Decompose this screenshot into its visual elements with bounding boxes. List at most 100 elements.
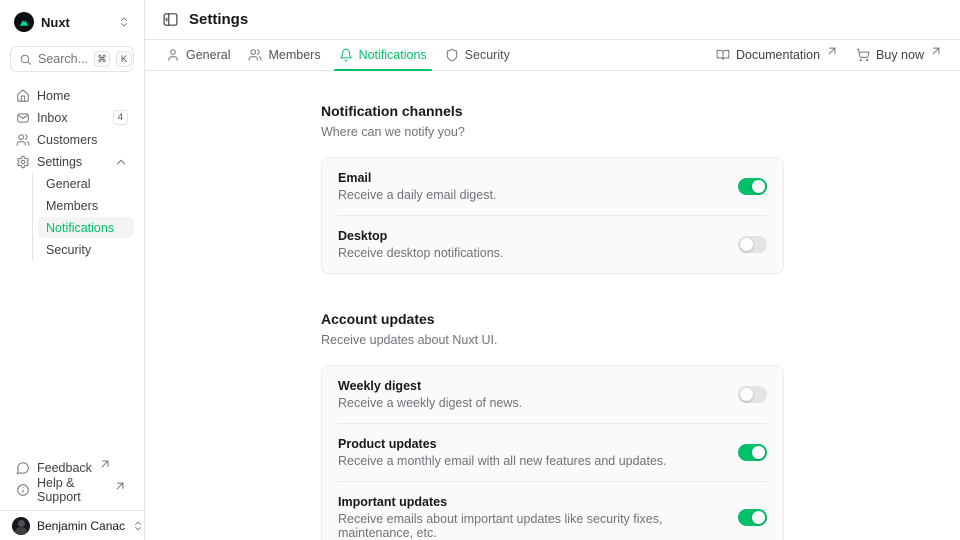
setting-row-product-updates: Product updates Receive a monthly email …: [322, 424, 783, 481]
external-link-icon: [929, 44, 943, 58]
row-description: Receive emails about important updates l…: [338, 512, 722, 540]
row-label: Weekly digest: [338, 379, 522, 393]
sidebar-item-settings[interactable]: Settings: [10, 151, 134, 172]
row-text: Important updates Receive emails about i…: [338, 495, 722, 540]
search-input[interactable]: Search... ⌘ K: [10, 46, 134, 72]
users-icon: [16, 133, 30, 147]
toggle-knob: [752, 180, 765, 193]
row-description: Receive a daily email digest.: [338, 188, 496, 202]
action-label: Documentation: [736, 48, 820, 62]
desktop-toggle[interactable]: [738, 236, 767, 253]
section-notification-channels: Notification channels Where can we notif…: [321, 103, 784, 274]
buy-now-link[interactable]: Buy now: [856, 48, 944, 62]
external-link-icon: [98, 457, 112, 471]
sidebar-item-label: Members: [46, 199, 98, 213]
row-label: Important updates: [338, 495, 722, 509]
row-label: Email: [338, 171, 496, 185]
sidebar-nav: Home Inbox 4 Customers Settings: [0, 85, 144, 261]
documentation-link[interactable]: Documentation: [716, 48, 840, 62]
tab-security[interactable]: Security: [436, 40, 519, 70]
gear-icon: [16, 155, 30, 169]
row-text: Desktop Receive desktop notifications.: [338, 229, 503, 260]
sidebar-item-label: Customers: [37, 133, 97, 147]
chevron-up-icon: [114, 155, 128, 169]
toggle-knob: [740, 388, 753, 401]
sidebar-item-home[interactable]: Home: [10, 85, 134, 106]
page-title: Settings: [189, 11, 248, 28]
sidebar-item-members[interactable]: Members: [38, 195, 134, 216]
section-account-updates: Account updates Receive updates about Nu…: [321, 311, 784, 540]
users-icon: [248, 48, 262, 62]
setting-row-weekly-digest: Weekly digest Receive a weekly digest of…: [322, 366, 783, 423]
search-placeholder: Search...: [38, 52, 88, 66]
tabbar: General Members Notifications Security: [145, 40, 960, 71]
user-menu[interactable]: Benjamin Canac: [0, 510, 144, 540]
bell-icon: [339, 48, 353, 62]
toggle-knob: [752, 511, 765, 524]
sidebar-item-label: Home: [37, 89, 70, 103]
weekly-digest-toggle[interactable]: [738, 386, 767, 403]
tab-general[interactable]: General: [157, 40, 239, 70]
settings-content: Notification channels Where can we notif…: [145, 71, 960, 540]
user-name: Benjamin Canac: [37, 519, 125, 533]
help-support-link[interactable]: Help & Support: [10, 479, 134, 500]
setting-row-desktop: Desktop Receive desktop notifications.: [322, 216, 783, 273]
avatar: [12, 517, 30, 535]
user-icon: [166, 48, 180, 62]
footer-link-label: Help & Support: [37, 476, 107, 504]
sidebar-item-label: General: [46, 177, 90, 191]
sidebar-item-inbox[interactable]: Inbox 4: [10, 107, 134, 128]
external-link-icon: [113, 479, 127, 493]
workspace-name: Nuxt: [41, 15, 70, 30]
section-description: Receive updates about Nuxt UI.: [321, 333, 784, 347]
tab-label: Notifications: [359, 48, 427, 62]
content-container: Notification channels Where can we notif…: [321, 103, 784, 540]
sidebar-item-label: Notifications: [46, 221, 114, 235]
collapse-sidebar-icon[interactable]: [162, 11, 179, 28]
settings-card: Weekly digest Receive a weekly digest of…: [321, 365, 784, 540]
sidebar-item-label: Inbox: [37, 111, 68, 125]
tab-label: Members: [268, 48, 320, 62]
inbox-count-badge: 4: [113, 110, 128, 125]
row-label: Desktop: [338, 229, 503, 243]
section-title: Notification channels: [321, 103, 784, 119]
sidebar-item-customers[interactable]: Customers: [10, 129, 134, 150]
sidebar-item-general[interactable]: General: [38, 173, 134, 194]
product-updates-toggle[interactable]: [738, 444, 767, 461]
row-description: Receive a monthly email with all new fea…: [338, 454, 667, 468]
section-title: Account updates: [321, 311, 784, 327]
footer-link-label: Feedback: [37, 461, 92, 475]
search-icon: [19, 53, 32, 66]
workspace-switcher[interactable]: Nuxt: [10, 10, 134, 34]
setting-row-important-updates: Important updates Receive emails about i…: [322, 482, 783, 540]
sidebar-footer: Feedback Help & Support: [0, 457, 144, 510]
inbox-icon: [16, 111, 30, 125]
tab-actions: Documentation Buy now: [716, 40, 948, 70]
chevrons-up-down-icon: [118, 16, 130, 28]
sidebar-item-label: Settings: [37, 155, 82, 169]
tab-label: General: [186, 48, 230, 62]
sidebar: Nuxt Search... ⌘ K Home Inbox 4: [0, 0, 145, 540]
chat-bubble-icon: [16, 461, 30, 475]
row-text: Product updates Receive a monthly email …: [338, 437, 667, 468]
chevrons-up-down-icon: [132, 520, 144, 532]
home-icon: [16, 89, 30, 103]
sidebar-spacer: [0, 261, 144, 457]
sidebar-item-notifications[interactable]: Notifications: [38, 217, 134, 238]
info-circle-icon: [16, 483, 30, 497]
settings-card: Email Receive a daily email digest. Desk…: [321, 157, 784, 274]
email-toggle[interactable]: [738, 178, 767, 195]
sidebar-item-security[interactable]: Security: [38, 239, 134, 260]
row-description: Receive a weekly digest of news.: [338, 396, 522, 410]
important-updates-toggle[interactable]: [738, 509, 767, 526]
action-label: Buy now: [876, 48, 924, 62]
main-header: Settings: [145, 0, 960, 40]
tab-members[interactable]: Members: [239, 40, 329, 70]
toggle-knob: [752, 446, 765, 459]
row-text: Weekly digest Receive a weekly digest of…: [338, 379, 522, 410]
tab-label: Security: [465, 48, 510, 62]
toggle-knob: [740, 238, 753, 251]
shield-icon: [445, 48, 459, 62]
settings-subnav: General Members Notifications Security: [32, 173, 134, 260]
tab-notifications[interactable]: Notifications: [330, 40, 436, 70]
